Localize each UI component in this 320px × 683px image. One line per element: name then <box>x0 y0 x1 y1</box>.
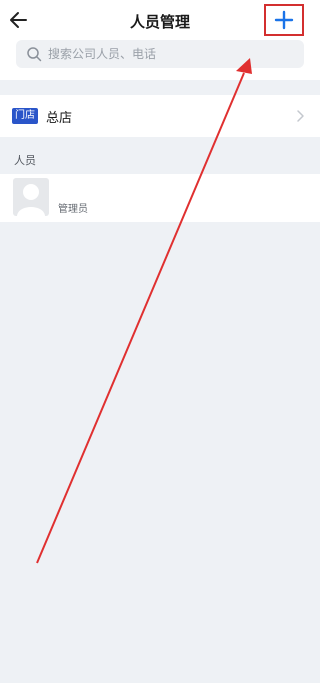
person-list-item[interactable]: 管理员 <box>0 174 320 222</box>
annotation-arrow <box>36 72 245 564</box>
plus-icon <box>274 10 294 30</box>
store-name: 总店 <box>46 111 73 126</box>
search-box[interactable] <box>16 40 304 68</box>
top-bar: 人员管理 <box>0 0 320 80</box>
add-person-button[interactable] <box>264 4 304 36</box>
avatar-placeholder-icon <box>17 184 45 216</box>
people-section-label: 人员 <box>14 154 36 167</box>
search-input[interactable] <box>48 40 298 68</box>
avatar <box>13 178 49 216</box>
chevron-right-icon <box>297 110 304 122</box>
store-row[interactable]: 门店 总店 <box>0 95 320 137</box>
person-role: 管理员 <box>58 204 88 215</box>
store-badge: 门店 <box>12 108 38 124</box>
search-icon <box>27 47 42 62</box>
